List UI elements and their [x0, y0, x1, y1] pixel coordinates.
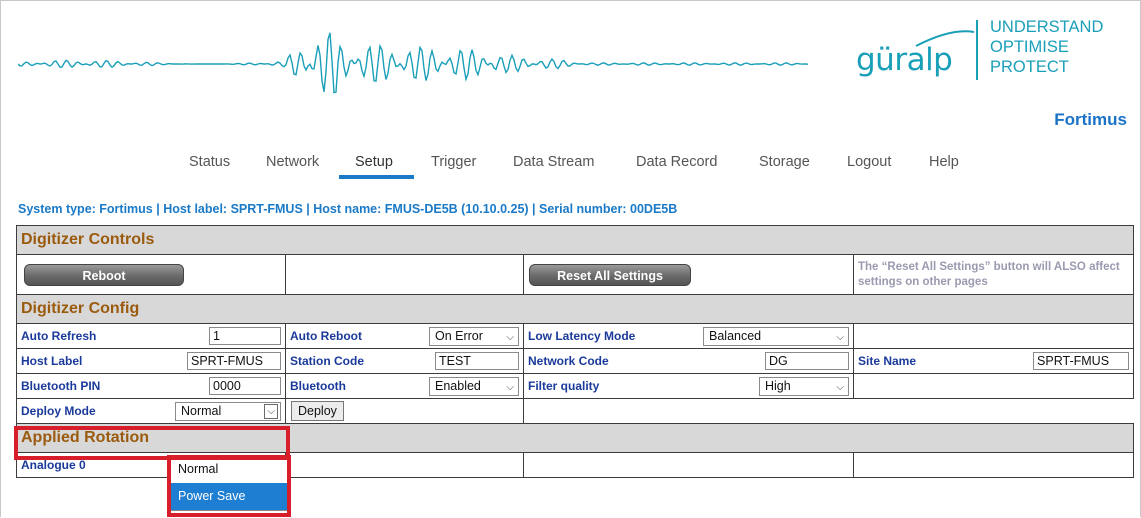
site-name-input[interactable]: SPRT-FMUS [1033, 352, 1130, 370]
host-label-input[interactable]: SPRT-FMUS [187, 352, 281, 370]
nav-status[interactable]: Status [189, 154, 230, 170]
deploy-mode-value: Normal [181, 404, 222, 418]
empty-cell [852, 323, 1135, 349]
deploy-mode-cell: Deploy Mode Normal ⌵ [16, 398, 286, 424]
tagline: UNDERSTAND OPTIMISE PROTECT [990, 17, 1103, 77]
nav-active-indicator [339, 175, 414, 179]
auto-reboot-value: On Error [435, 329, 483, 343]
reset-note-cell: The “Reset All Settings” button will ALS… [852, 254, 1135, 295]
nav-setup[interactable]: Setup [355, 154, 393, 170]
nav-data-stream[interactable]: Data Stream [513, 154, 594, 170]
nav-storage[interactable]: Storage [759, 154, 810, 170]
nav-network[interactable]: Network [266, 154, 319, 170]
site-name-cell: Site Name SPRT-FMUS [852, 348, 1135, 374]
system-info: System type: Fortimus | Host label: SPRT… [18, 202, 678, 216]
bluetooth-pin-label: Bluetooth PIN [21, 379, 101, 393]
deploy-mode-select[interactable]: Normal ⌵ [175, 402, 281, 421]
deploy-mode-dropdown: Normal Power Save [170, 455, 290, 511]
empty-cell [285, 452, 524, 478]
guralp-logo: güralp [856, 42, 953, 78]
product-name: Fortimus [1054, 110, 1127, 129]
auto-reboot-cell: Auto Reboot On Error ⌵ [285, 323, 524, 349]
reboot-cell: Reboot [16, 254, 286, 295]
low-latency-value: Balanced [709, 329, 762, 343]
bluetooth-value: Enabled [435, 379, 481, 393]
filter-quality-select[interactable]: High ⌵ [759, 377, 849, 396]
applied-rotation-title: Applied Rotation [15, 423, 1135, 453]
network-code-label: Network Code [528, 354, 609, 368]
tagline-line: PROTECT [990, 58, 1069, 76]
nav-help[interactable]: Help [929, 154, 959, 170]
bluetooth-cell: Bluetooth Enabled ⌵ [285, 373, 524, 399]
bluetooth-pin-input[interactable]: 0000 [209, 377, 281, 395]
auto-refresh-input[interactable]: 1 [209, 327, 281, 345]
auto-refresh-cell: Auto Refresh 1 [16, 323, 286, 349]
auto-refresh-label: Auto Refresh [21, 329, 97, 343]
low-latency-select[interactable]: Balanced ⌵ [703, 327, 849, 346]
filter-quality-label: Filter quality [528, 379, 600, 393]
auto-reboot-select[interactable]: On Error ⌵ [429, 327, 519, 346]
deploy-button-cell: Deploy [285, 398, 524, 424]
digitizer-config-title: Digitizer Config [15, 294, 1135, 324]
chevron-down-icon: ⌵ [506, 382, 514, 393]
auto-reboot-label: Auto Reboot [290, 329, 362, 343]
empty-cell [523, 452, 854, 478]
network-code-cell: Network Code DG [523, 348, 854, 374]
dropdown-option-normal[interactable]: Normal [171, 456, 289, 483]
low-latency-label: Low Latency Mode [528, 329, 636, 343]
deploy-mode-label: Deploy Mode [21, 404, 96, 418]
nav-logout[interactable]: Logout [847, 154, 891, 170]
empty-cell [285, 254, 524, 295]
filter-quality-value: High [765, 379, 791, 393]
low-latency-cell: Low Latency Mode Balanced ⌵ [523, 323, 854, 349]
deploy-button[interactable]: Deploy [291, 401, 344, 421]
reset-note: The “Reset All Settings” button will ALS… [858, 260, 1120, 288]
chevron-down-icon: ⌵ [836, 332, 844, 343]
host-label-label: Host Label [21, 354, 83, 368]
waveform-graphic [18, 32, 809, 94]
nav-trigger[interactable]: Trigger [431, 154, 476, 170]
reboot-button[interactable]: Reboot [24, 263, 184, 286]
station-code-input[interactable]: TEST [435, 352, 519, 370]
digitizer-controls-title: Digitizer Controls [15, 225, 1135, 255]
logo-divider [976, 20, 978, 80]
tagline-line: OPTIMISE [990, 38, 1069, 56]
main-nav: Status Network Setup Trigger Data Stream… [0, 154, 1141, 184]
site-name-label: Site Name [858, 354, 917, 368]
reset-all-settings-button[interactable]: Reset All Settings [529, 263, 691, 286]
reset-cell: Reset All Settings [523, 254, 854, 295]
bluetooth-pin-cell: Bluetooth PIN 0000 [16, 373, 286, 399]
tagline-line: UNDERSTAND [990, 18, 1104, 36]
nav-data-record[interactable]: Data Record [636, 154, 717, 170]
empty-cell [522, 398, 1134, 424]
station-code-cell: Station Code TEST [285, 348, 524, 374]
chevron-down-icon: ⌵ [836, 382, 844, 393]
host-label-cell: Host Label SPRT-FMUS [16, 348, 286, 374]
filter-quality-cell: Filter quality High ⌵ [523, 373, 854, 399]
dropdown-option-power-save[interactable]: Power Save [171, 483, 289, 510]
chevron-down-icon: ⌵ [506, 332, 514, 343]
network-code-input[interactable]: DG [765, 352, 849, 370]
empty-cell [852, 373, 1135, 399]
config-table: Digitizer Controls Reboot Reset All Sett… [15, 225, 1135, 478]
empty-cell [852, 452, 1135, 478]
bluetooth-select[interactable]: Enabled ⌵ [429, 377, 519, 396]
bluetooth-label: Bluetooth [290, 379, 346, 393]
station-code-label: Station Code [290, 354, 364, 368]
chevron-down-icon: ⌵ [264, 404, 278, 419]
